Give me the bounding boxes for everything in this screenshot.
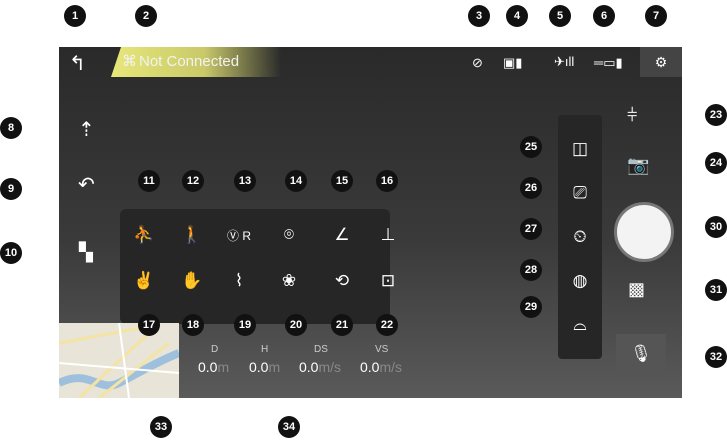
callout-2: 2 [135, 5, 157, 27]
callout-17: 17 [138, 314, 160, 336]
h-unit: m [268, 359, 281, 375]
telemetry-value-d: 0.0m [198, 359, 229, 375]
callout-19: 19 [234, 314, 256, 336]
follow-me-icon[interactable]: ⛹ [130, 221, 158, 249]
spiral-icon[interactable]: ⟲ [328, 267, 356, 295]
callout-8: 8 [0, 117, 22, 139]
settings-button[interactable]: ⚙ [640, 47, 682, 77]
callout-5: 5 [549, 5, 571, 27]
dronie-icon[interactable]: ∠ [328, 221, 356, 249]
callout-9: 9 [0, 178, 22, 200]
callout-14: 14 [285, 170, 307, 192]
voice-button[interactable]: 🎙 [616, 334, 666, 374]
callout-1: 1 [64, 5, 86, 27]
callout-25: 25 [520, 136, 542, 158]
callout-22: 22 [376, 314, 398, 336]
callout-16: 16 [376, 170, 398, 192]
video-mode-icon[interactable]: ⎚ [566, 179, 594, 207]
vs-value: 0.0 [360, 359, 380, 375]
takeoff-icon[interactable]: ⇡ [78, 117, 95, 142]
burst-icon[interactable]: ◍ [566, 267, 594, 295]
map-graphic [59, 323, 179, 398]
callout-23: 23 [705, 104, 727, 126]
intelligent-modes-icon[interactable]: ▚ [79, 242, 93, 263]
callout-27: 27 [520, 218, 542, 240]
vertical-shot-icon[interactable]: ⊡ [374, 267, 402, 295]
callout-24: 24 [705, 152, 727, 174]
h-value: 0.0 [249, 359, 269, 375]
gesture-peace-icon[interactable]: ✌ [130, 267, 158, 295]
d-value: 0.0 [198, 359, 218, 375]
gps-signal-icon: ✈︎ıll [554, 54, 575, 69]
camera-mode-panel: ◫ ⎚ ⏲ ◍ ⌓ [558, 115, 602, 359]
mini-map[interactable] [59, 323, 179, 398]
microphone-icon: 🎙 [630, 344, 652, 363]
shutter-button[interactable] [614, 202, 674, 262]
flight-modes-panel: ⛹ 🚶 Ⓥ R ⌾ ∠ ⊥ ✌ ✋ ⌇ ❀ ⟲ ⊡ [120, 209, 395, 324]
tracking-icon[interactable]: 🚶 [178, 221, 206, 249]
telemetry-label-ds: DS [314, 344, 328, 355]
callout-13: 13 [234, 170, 256, 192]
callout-7: 7 [645, 5, 667, 27]
drone-battery-icon: ═▭▮ [594, 55, 623, 70]
callout-4: 4 [506, 5, 528, 27]
callout-32: 32 [705, 346, 727, 368]
callout-34: 34 [278, 416, 300, 438]
gear-icon: ⚙ [654, 53, 668, 70]
callout-12: 12 [182, 170, 204, 192]
ds-unit: m/s [318, 359, 342, 375]
rocket-icon[interactable]: ⊥ [374, 221, 402, 249]
gimbal-settings-icon[interactable]: ⫩ [627, 105, 637, 126]
vs-unit: m/s [379, 359, 403, 375]
telemetry-label-vs: VS [375, 344, 389, 355]
callout-21: 21 [331, 314, 353, 336]
vr-mode-icon[interactable]: Ⓥ R [225, 221, 253, 249]
compass-icon: ⊘ [472, 55, 483, 70]
panorama-capture-icon[interactable]: ⌓ [566, 311, 594, 339]
callout-3: 3 [468, 5, 490, 27]
callout-29: 29 [520, 296, 542, 318]
gallery-icon[interactable]: ▩ [628, 279, 645, 300]
panorama-mode-icon[interactable]: ❀ [275, 267, 303, 295]
back-arrow-icon[interactable]: ↰ [69, 51, 86, 76]
callout-15: 15 [331, 170, 353, 192]
callout-20: 20 [285, 314, 307, 336]
drone-icon: ⌘ [122, 53, 137, 70]
callout-26: 26 [520, 177, 542, 199]
orbit-icon[interactable]: ⌾ [275, 221, 303, 249]
camera-settings-icon[interactable]: 📷 [627, 155, 649, 176]
telemetry-value-h: 0.0m [249, 359, 280, 375]
telemetry-value-ds: 0.0m/s [299, 359, 341, 375]
remote-controller-signal-icon: ▣▮ [503, 55, 523, 70]
photo-mode-icon[interactable]: ◫ [566, 135, 594, 163]
callout-18: 18 [182, 314, 204, 336]
return-home-icon[interactable]: ↶ [78, 172, 95, 197]
d-unit: m [217, 359, 230, 375]
telemetry-value-vs: 0.0m/s [360, 359, 402, 375]
callout-10: 10 [0, 242, 22, 264]
gesture-palm-icon[interactable]: ✋ [178, 267, 206, 295]
connection-status-text: Not Connected [139, 53, 240, 70]
ds-value: 0.0 [299, 359, 319, 375]
callout-33: 33 [150, 416, 172, 438]
telemetry-label-d: D [211, 344, 219, 355]
callout-11: 11 [138, 170, 160, 192]
callout-28: 28 [520, 259, 542, 281]
telemetry-label-h: H [261, 344, 269, 355]
callout-6: 6 [593, 5, 615, 27]
callout-31: 31 [705, 279, 727, 301]
path-mode-icon[interactable]: ⌇ [225, 267, 253, 295]
app-screen: ↰ ⌘ Not Connected ⊘ ▣▮ ✈︎ıll ═▭▮ ⚙ ⇡ ↶ ▚… [59, 47, 682, 398]
callout-30: 30 [705, 216, 727, 238]
timer-icon[interactable]: ⏲ [566, 223, 594, 251]
